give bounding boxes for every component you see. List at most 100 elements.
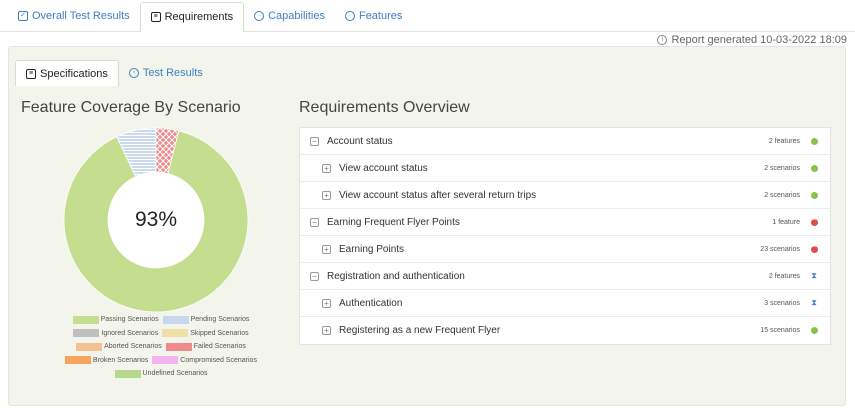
expand-icon[interactable]: + (322, 244, 331, 254)
document-icon: ≡ (26, 68, 36, 79)
feature-row[interactable]: + Authentication 3 scenarios ⧗ (300, 290, 830, 317)
legend-label: Ignored Scenarios (101, 329, 159, 337)
fail-status-icon (810, 243, 818, 253)
comment-icon: · (344, 11, 355, 21)
tab-label: Test Results (142, 67, 203, 79)
requirement-name: Earning Frequent Flyer Points (327, 216, 460, 228)
document-icon: ≡ (150, 12, 161, 22)
tab-requirements[interactable]: ≡ Requirements (139, 2, 245, 32)
requirement-name: View account status after several return… (339, 189, 537, 201)
requirements-table: − Account status 2 features + View account s… (299, 127, 831, 345)
legend-swatch (72, 315, 99, 324)
pending-status-icon: ⧗ (811, 298, 817, 307)
requirement-count: 2 features (768, 272, 800, 280)
feature-row[interactable]: + Registering as a new Frequent Flyer 15 s… (300, 317, 830, 344)
feature-row[interactable]: + View account status after several retur… (300, 182, 830, 209)
legend-label: Aborted Scenarios (104, 343, 162, 351)
legend-swatch (73, 329, 100, 338)
tab-label: Overall Test Results (32, 10, 130, 22)
coverage-title: Feature Coverage By Scenario (21, 99, 241, 116)
pass-status-icon (810, 191, 818, 199)
legend-swatch (114, 369, 141, 378)
legend-label: Broken Scenarios (93, 356, 149, 364)
tab-capabilities[interactable]: · Capabilities (244, 1, 335, 31)
report-generated: i Report generated 10-03-2022 18:09 (657, 34, 847, 46)
feature-row[interactable]: + Earning Points 23 scenarios (300, 236, 830, 263)
legend-row: Broken Scenarios Compromised Scenarios (51, 354, 271, 368)
expand-icon[interactable]: + (322, 190, 331, 200)
legend-item: Pending Scenarios (162, 315, 250, 324)
legend-row: Passing Scenarios Pending Scenarios (51, 313, 271, 327)
requirement-count: 2 scenarios (764, 191, 800, 199)
legend-item: Aborted Scenarios (76, 342, 162, 351)
legend-label: Failed Scenarios (193, 343, 246, 351)
legend-row: Ignored Scenarios Skipped Scenarios (51, 327, 271, 341)
legend-swatch (76, 342, 103, 351)
report-generated-text: Report generated 10-03-2022 18:09 (671, 34, 847, 46)
legend-swatch (65, 356, 92, 365)
pass-status-icon (810, 164, 818, 172)
legend-label: Pending Scenarios (190, 316, 250, 324)
coverage-donut-chart: 93% (61, 125, 251, 315)
requirement-count: 1 feature (772, 218, 800, 226)
legend-item: Skipped Scenarios (162, 329, 249, 338)
expand-icon[interactable]: + (322, 163, 331, 173)
requirement-name: Earning Points (339, 243, 405, 255)
requirement-count: 23 scenarios (760, 245, 800, 253)
legend-item: Compromised Scenarios (152, 356, 257, 365)
legend-row: Aborted Scenarios Failed Scenarios (51, 340, 271, 354)
coverage-legend: Passing Scenarios Pending Scenarios Ignore… (51, 313, 271, 381)
tab-label: Specifications (40, 67, 108, 80)
requirement-count: 2 features (768, 137, 800, 145)
tab-overall-test-results[interactable]: ✓ Overall Test Results (8, 1, 140, 31)
requirement-row[interactable]: − Earning Frequent Flyer Points 1 feature (300, 209, 830, 236)
requirement-name: View account status (339, 162, 428, 174)
legend-label: Undefined Scenarios (142, 370, 208, 378)
requirement-name: Authentication (339, 297, 403, 309)
expand-icon[interactable]: + (322, 298, 331, 308)
legend-item: Broken Scenarios (65, 356, 149, 365)
info-icon: i (657, 35, 668, 45)
legend-label: Skipped Scenarios (190, 329, 249, 337)
tab-label: Features (358, 10, 403, 22)
legend-swatch (162, 315, 189, 324)
requirement-row[interactable]: − Registration and authentication 2 featur… (300, 263, 830, 290)
tab-label: Requirements (164, 11, 234, 23)
tab-features[interactable]: · Features (335, 1, 412, 31)
requirement-name: Registration and authentication (327, 270, 465, 282)
feature-row[interactable]: + View account status 2 scenarios (300, 155, 830, 182)
requirements-panel: ≡ Specifications ◦ Test Results Feature … (8, 46, 846, 406)
requirement-count: 2 scenarios (764, 164, 800, 172)
requirement-row[interactable]: − Account status 2 features (300, 128, 830, 155)
requirements-title: Requirements Overview (299, 99, 470, 116)
legend-swatch (165, 342, 192, 351)
collapse-icon[interactable]: − (310, 217, 319, 227)
donut-svg (63, 127, 249, 313)
tab-label: Capabilities (268, 10, 325, 22)
comment-icon: · (254, 11, 265, 21)
collapse-icon[interactable]: − (310, 271, 319, 281)
tab-specifications[interactable]: ≡ Specifications (15, 60, 119, 86)
checkbox-icon: ✓ (18, 11, 28, 21)
requirement-count: 3 scenarios (764, 299, 800, 307)
collapse-icon[interactable]: − (310, 136, 319, 146)
legend-item: Ignored Scenarios (73, 329, 159, 338)
top-tab-bar: ✓ Overall Test Results ≡ Requirements · … (0, 0, 855, 32)
sub-tab-bar: ≡ Specifications ◦ Test Results (15, 60, 213, 86)
pass-status-icon (810, 137, 818, 145)
requirement-name: Registering as a new Frequent Flyer (339, 325, 501, 336)
legend-swatch (152, 356, 179, 365)
legend-label: Passing Scenarios (100, 316, 159, 324)
pending-status-icon: ⧗ (811, 271, 817, 280)
tab-test-results[interactable]: ◦ Test Results (119, 60, 213, 86)
requirement-name: Account status (327, 135, 393, 147)
fail-status-icon (810, 216, 818, 226)
legend-row: Undefined Scenarios (51, 367, 271, 381)
legend-label: Compromised Scenarios (180, 356, 257, 364)
globe-icon: ◦ (128, 68, 139, 78)
legend-item: Failed Scenarios (165, 342, 246, 351)
legend-swatch (162, 329, 189, 338)
donut-hole (108, 172, 204, 268)
expand-icon[interactable]: + (322, 326, 331, 335)
legend-item: Undefined Scenarios (114, 369, 208, 378)
